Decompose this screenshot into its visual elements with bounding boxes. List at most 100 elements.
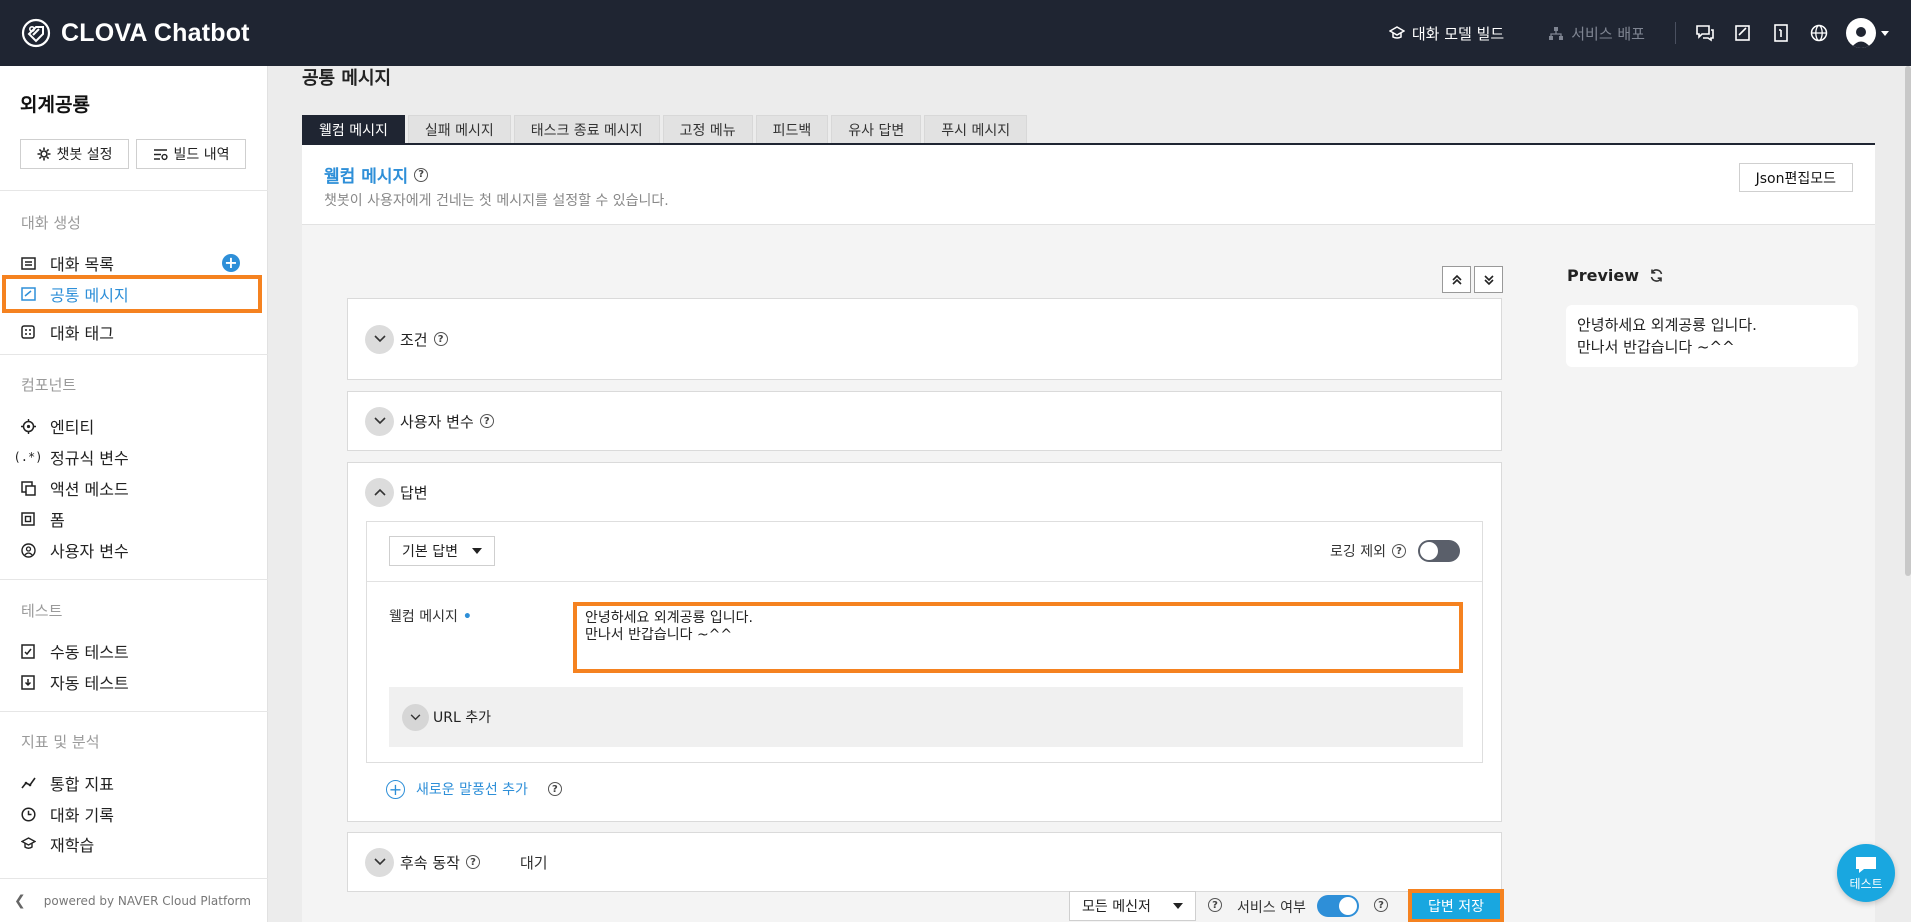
sidebar-item-dialog-log[interactable]: 대화 기록 bbox=[0, 799, 262, 829]
tab-push[interactable]: 푸시 메시지 bbox=[924, 115, 1028, 144]
answer-toolbar: 기본 답변 로깅 제외 ? bbox=[367, 522, 1482, 582]
sidebar-item-regex[interactable]: (.*) 정규식 변수 bbox=[0, 442, 262, 472]
tab-bar: 웰컴 메시지 실패 메시지 태스크 종료 메시지 고정 메뉴 피드백 유사 답변… bbox=[302, 115, 1030, 144]
sidebar-item-label: 정규식 변수 bbox=[50, 449, 129, 468]
tab-task-end[interactable]: 태스크 종료 메시지 bbox=[513, 115, 660, 144]
chatbot-settings-button[interactable]: 챗봇 설정 bbox=[20, 139, 129, 169]
answer-type-value: 기본 답변 bbox=[402, 544, 458, 560]
answer-type-select[interactable]: 기본 답변 bbox=[389, 536, 495, 566]
sidebar-item-label: 액션 메소드 bbox=[50, 480, 129, 499]
sidebar-item-label: 대화 태그 bbox=[50, 324, 114, 343]
service-toggle[interactable] bbox=[1317, 895, 1359, 917]
tab-failure[interactable]: 실패 메시지 bbox=[407, 115, 511, 144]
edit-note-icon[interactable] bbox=[1732, 22, 1754, 44]
answer-label: 답변 bbox=[400, 483, 428, 502]
sidebar-item-manual-test[interactable]: 수동 테스트 bbox=[0, 636, 262, 666]
retrain-icon bbox=[20, 836, 36, 852]
json-edit-mode-button[interactable]: Json편집모드 bbox=[1738, 163, 1853, 192]
chat-icon[interactable] bbox=[1694, 22, 1716, 44]
test-chat-button[interactable]: 테스트 bbox=[1837, 844, 1895, 902]
url-add-row[interactable]: URL 추가 bbox=[389, 687, 1463, 747]
help-icon[interactable]: ? bbox=[1208, 898, 1222, 912]
list-icon bbox=[20, 255, 36, 271]
refresh-icon[interactable] bbox=[1649, 268, 1664, 283]
answer-header[interactable]: 답변 bbox=[348, 463, 1501, 521]
sidebar-item-common-message[interactable]: 공통 메시지 bbox=[2, 275, 262, 313]
add-dialog-icon[interactable]: + bbox=[222, 254, 240, 272]
help-icon[interactable]: ? bbox=[414, 167, 429, 182]
sidebar-item-label: 통합 지표 bbox=[50, 775, 114, 794]
save-answer-button[interactable]: 답변 저장 bbox=[1408, 889, 1504, 922]
collapse-all-button[interactable] bbox=[1442, 266, 1471, 293]
sidebar-divider bbox=[0, 579, 268, 580]
help-icon[interactable]: ? bbox=[479, 414, 494, 428]
sidebar-item-label: 엔티티 bbox=[50, 418, 95, 437]
top-bar: CLOVA Chatbot 대화 모델 빌드 서비스 배포 bbox=[0, 0, 1911, 66]
save-bar: 모든 메신저 ? 서비스 여부 ? 답변 저장 bbox=[302, 882, 1544, 922]
plus-circle-icon: + bbox=[386, 779, 405, 799]
messenger-select-value: 모든 메신저 bbox=[1082, 899, 1151, 915]
logging-toggle[interactable] bbox=[1418, 540, 1460, 562]
welcome-message-textarea[interactable]: 안녕하세요 외계공룡 입니다. 만나서 반갑습니다 ~^^ bbox=[573, 602, 1463, 673]
field-label-text: 웰컴 메시지 bbox=[389, 609, 458, 625]
sidebar-item-auto-test[interactable]: 자동 테스트 bbox=[0, 667, 262, 697]
user-icon bbox=[1851, 27, 1871, 48]
guide-book-icon[interactable] bbox=[1770, 22, 1792, 44]
chevron-down-icon[interactable] bbox=[365, 847, 394, 877]
caret-down-icon bbox=[471, 548, 482, 554]
avatar bbox=[1846, 18, 1876, 48]
sidebar-divider bbox=[0, 354, 268, 355]
sidebar-item-overall-metrics[interactable]: 통합 지표 bbox=[0, 768, 262, 798]
help-icon[interactable]: ? bbox=[547, 782, 562, 796]
build-history-label: 빌드 내역 bbox=[173, 147, 230, 163]
chatbot-settings-label: 챗봇 설정 bbox=[56, 147, 113, 163]
sidebar-item-dialog-tag[interactable]: 대화 태그 bbox=[0, 317, 262, 347]
preview-title: Preview bbox=[1567, 266, 1664, 285]
clock-icon bbox=[20, 806, 36, 822]
tab-feedback[interactable]: 피드백 bbox=[755, 115, 829, 144]
build-model-link[interactable]: 대화 모델 빌드 bbox=[1388, 23, 1504, 44]
sidebar-item-form[interactable]: 폼 bbox=[0, 504, 262, 534]
condition-header[interactable]: 조건 ? bbox=[348, 299, 1501, 379]
add-bubble-label: 새로운 말풍선 추가 bbox=[416, 782, 528, 798]
build-list-icon bbox=[153, 148, 168, 160]
sidebar-item-user-variable[interactable]: 사용자 변수 bbox=[0, 535, 262, 565]
deploy-service-link[interactable]: 서비스 배포 bbox=[1548, 23, 1645, 44]
chevron-up-icon[interactable] bbox=[365, 477, 394, 507]
sidebar-item-action-method[interactable]: 액션 메소드 bbox=[0, 473, 262, 503]
double-chevron-down-icon bbox=[1483, 274, 1494, 285]
user-variable-header[interactable]: 사용자 변수 ? bbox=[348, 392, 1501, 450]
tab-welcome[interactable]: 웰컴 메시지 bbox=[302, 115, 405, 144]
build-history-button[interactable]: 빌드 내역 bbox=[136, 139, 246, 169]
page-scrollbar[interactable] bbox=[1905, 66, 1911, 576]
expand-all-button[interactable] bbox=[1474, 266, 1503, 293]
chevron-down-icon[interactable] bbox=[365, 406, 394, 436]
powered-by-text: powered by NAVER Cloud Platform bbox=[43, 893, 251, 908]
condition-label: 조건 bbox=[400, 330, 428, 349]
sidebar-item-retrain[interactable]: 재학습 bbox=[0, 829, 262, 859]
section-analytics: 지표 및 분석 bbox=[21, 733, 100, 751]
deploy-service-label: 서비스 배포 bbox=[1571, 24, 1645, 43]
toggle-knob bbox=[1420, 542, 1438, 560]
sidebar-item-label: 자동 테스트 bbox=[50, 674, 129, 693]
help-icon[interactable]: ? bbox=[1392, 544, 1406, 558]
app-logo[interactable]: CLOVA Chatbot bbox=[20, 17, 250, 49]
sidebar-item-dialog-list[interactable]: 대화 목록 + bbox=[0, 248, 262, 278]
section-component: 컴포넌트 bbox=[21, 376, 77, 394]
help-icon[interactable]: ? bbox=[465, 855, 480, 869]
help-icon[interactable]: ? bbox=[1374, 898, 1388, 912]
messenger-select[interactable]: 모든 메신저 bbox=[1069, 891, 1196, 921]
sidebar: 외계공룡 챗봇 설정 빌드 내역 대화 생성 대화 목록 + 공통 메시지 대화… bbox=[0, 66, 268, 922]
sidebar-item-entity[interactable]: 엔티티 bbox=[0, 411, 262, 441]
tab-fixed-menu[interactable]: 고정 메뉴 bbox=[662, 115, 753, 144]
user-menu[interactable] bbox=[1846, 18, 1889, 48]
chevron-down-icon[interactable] bbox=[365, 324, 394, 354]
sidebar-divider bbox=[0, 711, 268, 712]
tab-similar-answer[interactable]: 유사 답변 bbox=[831, 115, 922, 144]
add-bubble-button[interactable]: + 새로운 말풍선 추가 ? bbox=[386, 779, 562, 799]
help-icon[interactable]: ? bbox=[433, 332, 448, 346]
globe-icon[interactable] bbox=[1808, 22, 1830, 44]
form-icon bbox=[20, 511, 36, 527]
chevron-down-icon[interactable] bbox=[402, 703, 429, 731]
chevron-left-icon[interactable]: ❮ bbox=[14, 893, 26, 909]
